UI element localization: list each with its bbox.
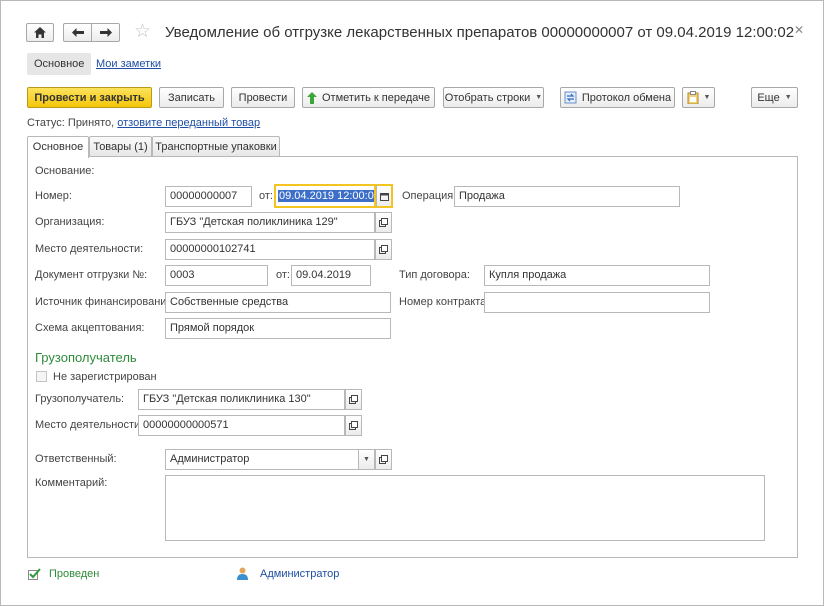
consignee-label: Грузополучатель: [35,393,125,405]
chevron-down-icon: ▼ [535,94,543,101]
tab-transport-packages[interactable]: Транспортные упаковки [152,136,280,157]
place-field[interactable]: 00000000102741 [165,239,375,260]
organization-open-button[interactable] [375,212,392,233]
chevron-down-icon: ▼ [703,94,711,101]
comment-textarea[interactable] [165,475,765,541]
mark-transfer-label: Отметить к передаче [322,91,430,104]
select-rows-label: Отобрать строки [444,91,531,104]
exchange-icon [564,91,577,104]
author-link[interactable]: Администратор [260,568,339,580]
status-label: Статус: [27,117,65,129]
close-icon[interactable]: ✕ [794,23,804,37]
exchange-log-label: Протокол обмена [581,91,672,104]
open-icon [379,245,388,254]
finance-label: Источник финансирования: [35,296,176,308]
more-label: Еще [757,91,780,104]
post-and-close-button[interactable]: Провести и закрыть [27,87,152,108]
ship-doc-label: Документ отгрузки №: [35,269,148,281]
clipboard-icon [687,91,699,104]
mark-transfer-button[interactable]: Отметить к передаче [302,87,435,108]
date-field[interactable]: 09.04.2019 12:00:02 [274,184,376,208]
user-icon [237,567,248,580]
consignee-field[interactable]: ГБУЗ "Детская поликлиника 130" [138,389,345,410]
organization-field[interactable]: ГБУЗ "Детская поликлиника 129" [165,212,375,233]
chevron-down-icon: ▼ [784,94,792,101]
basis-label: Основание: [35,165,95,177]
posted-check-icon [28,568,41,580]
not-registered-checkbox[interactable] [36,371,47,382]
home-button[interactable] [26,23,54,42]
calendar-icon [379,192,389,201]
star-icon[interactable]: ☆ [134,21,151,43]
open-icon [349,421,358,430]
posted-status: Проведен [49,568,100,580]
forward-button[interactable] [91,23,120,42]
accept-scheme-field[interactable]: Прямой порядок [165,318,391,339]
consignee-open-button[interactable] [345,389,362,410]
tab-main[interactable]: Основное [27,136,89,158]
select-rows-button[interactable]: Отобрать строки ▼ [443,87,544,108]
tab-goods[interactable]: Товары (1) [89,136,152,157]
number-field[interactable]: 00000000007 [165,186,252,207]
revoke-link[interactable]: отзовите переданный товар [117,117,260,129]
subtab-notes[interactable]: Мои заметки [96,53,161,75]
responsible-label: Ответственный: [35,453,117,465]
finance-field[interactable]: Собственные средства [165,292,391,313]
ship-date-field[interactable]: 09.04.2019 [291,265,371,286]
window-frame: ☆ Уведомление об отгрузке лекарственных … [0,0,824,606]
ship-doc-field[interactable]: 0003 [165,265,268,286]
accept-scheme-label: Схема акцептования: [35,322,145,334]
organization-label: Организация: [35,216,105,228]
consignee-place-field[interactable]: 00000000000571 [138,415,345,436]
page-title: Уведомление об отгрузке лекарственных пр… [165,24,795,41]
responsible-dropdown-button[interactable]: ▼ [358,449,375,470]
contract-no-label: Номер контракта: [399,296,490,308]
subtab-main[interactable]: Основное [27,53,92,75]
place-label: Место деятельности: [35,243,144,255]
contract-type-label: Тип договора: [399,269,470,281]
back-button[interactable] [63,23,92,42]
arrow-up-green-icon [307,91,317,104]
chevron-down-icon: ▼ [363,456,370,463]
status-line: Статус: Принято, отзовите переданный тов… [27,117,260,129]
save-button[interactable]: Записать [159,87,224,108]
post-button[interactable]: Провести [231,87,295,108]
date-selected-text: 09.04.2019 12:00:02 [278,190,374,202]
contract-type-field[interactable]: Купля продажа [484,265,710,286]
place-open-button[interactable] [375,239,392,260]
arrow-left-icon [71,28,84,37]
open-icon [379,455,388,464]
consignee-place-label: Место деятельности: [35,419,144,431]
number-label: Номер: [35,190,72,202]
operation-field[interactable]: Продажа [454,186,680,207]
open-icon [379,218,388,227]
responsible-open-button[interactable] [375,449,392,470]
open-icon [349,395,358,404]
responsible-field[interactable]: Администратор [165,449,359,470]
not-registered-label: Не зарегистрирован [53,371,157,383]
consignee-place-open-button[interactable] [345,415,362,436]
more-button[interactable]: Еще ▼ [751,87,798,108]
comment-label: Комментарий: [35,477,108,489]
ship-date-label: от: [276,269,290,281]
print-menu-button[interactable]: ▼ [682,87,715,108]
status-value: Принято, [67,117,115,129]
exchange-log-button[interactable]: Протокол обмена [560,87,675,108]
calendar-button[interactable] [376,184,393,208]
consignee-section-title: Грузополучатель [35,350,137,365]
date-from-label: от: [259,190,273,202]
home-icon [34,27,46,38]
operation-label: Операция: [402,190,457,202]
arrow-right-icon [99,28,112,37]
contract-no-field[interactable] [484,292,710,313]
